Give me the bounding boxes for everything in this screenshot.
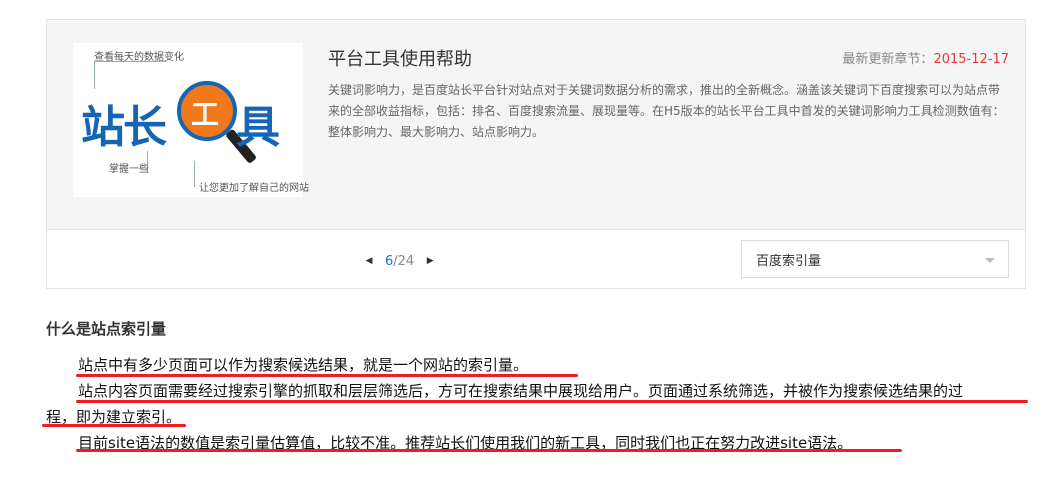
card-description: 关键词影响力，是百度站长平台针对站点对于关键词数据分析的需求，推出的全新概念。涵… <box>328 83 1005 139</box>
webmaster-tools-logo: 查看每天的数据变化 站长 工 具 掌握一些 让您更加了解自己的网站 <box>73 43 309 197</box>
latest-update-label: 最新更新章节： <box>842 52 934 67</box>
prev-page-button[interactable]: ◀ <box>361 252 377 270</box>
latest-update-date[interactable]: 2015-12-17 <box>933 52 1009 67</box>
article-paragraph-3: 目前site语法的数值是索引量估算值，比较不准。推荐站长们使用我们的新工具，同时… <box>78 434 853 452</box>
red-underline-annotation <box>76 374 578 377</box>
tool-card: 查看每天的数据变化 站长 工 具 掌握一些 让您更加了解自己的网站 平台工具使用… <box>46 19 1026 289</box>
logo-main-text-end: 具 <box>236 102 280 153</box>
current-page: 6 <box>385 253 394 269</box>
chapter-select-value: 百度索引量 <box>756 253 822 269</box>
triangle-left-icon: ◀ <box>365 256 373 266</box>
red-underline-annotation <box>42 424 186 427</box>
red-underline-annotation <box>76 449 902 452</box>
triangle-right-icon: ▶ <box>426 256 434 266</box>
logo-top-text: 查看每天的数据变化 <box>94 52 184 63</box>
tool-card-footer: ◀ 6 /24 ▶ 百度索引量 <box>47 230 1025 288</box>
pagination: ◀ 6 /24 ▶ <box>361 250 438 272</box>
logo-lens-text: 工 <box>191 98 220 131</box>
card-title[interactable]: 平台工具使用帮助 <box>328 45 472 71</box>
tool-card-header: 查看每天的数据变化 站长 工 具 掌握一些 让您更加了解自己的网站 平台工具使用… <box>47 20 1025 230</box>
total-pages: /24 <box>393 253 415 269</box>
next-page-button[interactable]: ▶ <box>422 252 438 270</box>
chevron-down-icon <box>985 258 995 263</box>
logo-mid-text: 掌握一些 <box>109 164 149 175</box>
article-heading: 什么是站点索引量 <box>46 320 167 338</box>
logo-callout-line <box>194 161 195 187</box>
logo-callout-line <box>94 61 95 89</box>
latest-update: 最新更新章节：2015-12-17 <box>842 48 1009 67</box>
logo-main-text: 站长 <box>81 102 167 153</box>
logo-bottom-text: 让您更加了解自己的网站 <box>199 183 309 194</box>
chapter-select[interactable]: 百度索引量 <box>741 240 1009 278</box>
red-underline-annotation <box>76 400 1028 403</box>
